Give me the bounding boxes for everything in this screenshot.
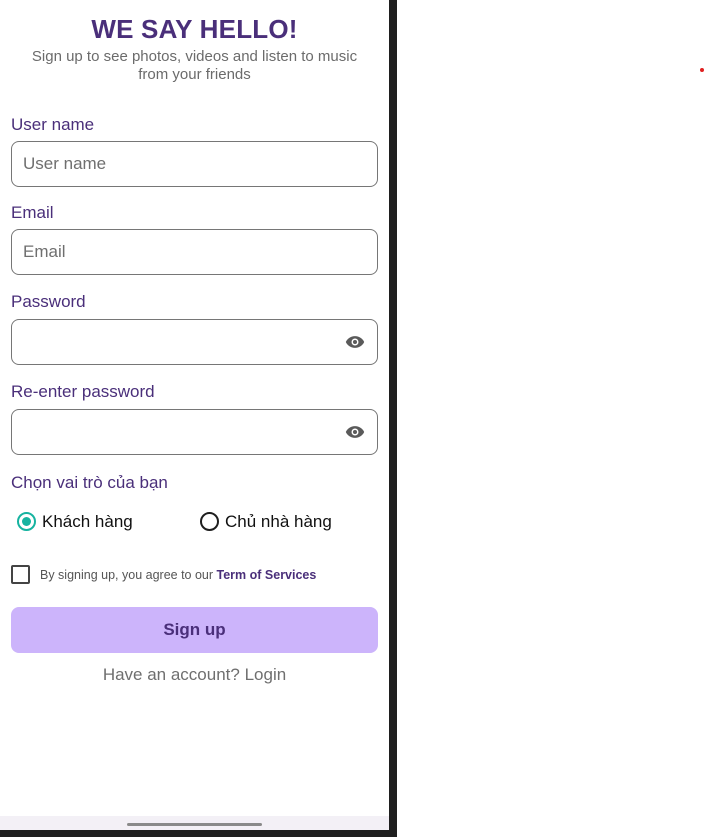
reenter-password-label: Re-enter password xyxy=(11,382,155,401)
terms-row: By signing up, you agree to our Term of … xyxy=(11,565,381,585)
password-label: Password xyxy=(11,292,86,311)
role-option-label: Chủ nhà hàng xyxy=(225,512,332,531)
email-input[interactable] xyxy=(23,230,343,274)
radio-selected-icon xyxy=(17,512,36,531)
login-prompt: Have an account? Login xyxy=(0,665,389,685)
email-label: Email xyxy=(11,203,54,222)
eye-icon[interactable] xyxy=(344,422,366,442)
page-title: WE SAY HELLO! xyxy=(91,14,298,44)
signup-button[interactable]: Sign up xyxy=(11,607,378,653)
reenter-password-input[interactable] xyxy=(23,410,343,454)
email-field-box xyxy=(11,229,378,275)
login-link[interactable]: Login xyxy=(245,665,287,684)
page-subtitle: Sign up to see photos, videos and listen… xyxy=(31,48,358,83)
username-input[interactable] xyxy=(23,142,343,186)
role-option-customer[interactable]: Khách hàng xyxy=(17,510,147,534)
eye-icon[interactable] xyxy=(344,332,366,352)
role-option-label: Khách hàng xyxy=(42,512,133,531)
reenter-password-field-box xyxy=(11,409,378,455)
terms-prefix: By signing up, you agree to our xyxy=(40,568,217,582)
password-field-box xyxy=(11,319,378,365)
role-label: Chọn vai trò của bạn xyxy=(11,473,168,492)
username-field-box xyxy=(11,141,378,187)
device-frame-bottom xyxy=(0,830,397,837)
signup-screen: WE SAY HELLO! Sign up to see photos, vid… xyxy=(0,0,389,837)
terms-link[interactable]: Term of Services xyxy=(217,568,317,582)
red-dot xyxy=(700,68,704,72)
terms-checkbox[interactable] xyxy=(11,565,30,584)
username-label: User name xyxy=(11,115,95,134)
role-option-owner[interactable]: Chủ nhà hàng xyxy=(200,510,350,534)
password-input[interactable] xyxy=(23,320,343,364)
home-indicator[interactable] xyxy=(127,823,262,826)
role-radio-group: Khách hàng Chủ nhà hàng xyxy=(0,510,389,534)
radio-unselected-icon xyxy=(200,512,219,531)
device-frame-right xyxy=(389,0,397,837)
login-prompt-text: Have an account? xyxy=(102,665,245,684)
terms-text: By signing up, you agree to our Term of … xyxy=(40,568,316,582)
